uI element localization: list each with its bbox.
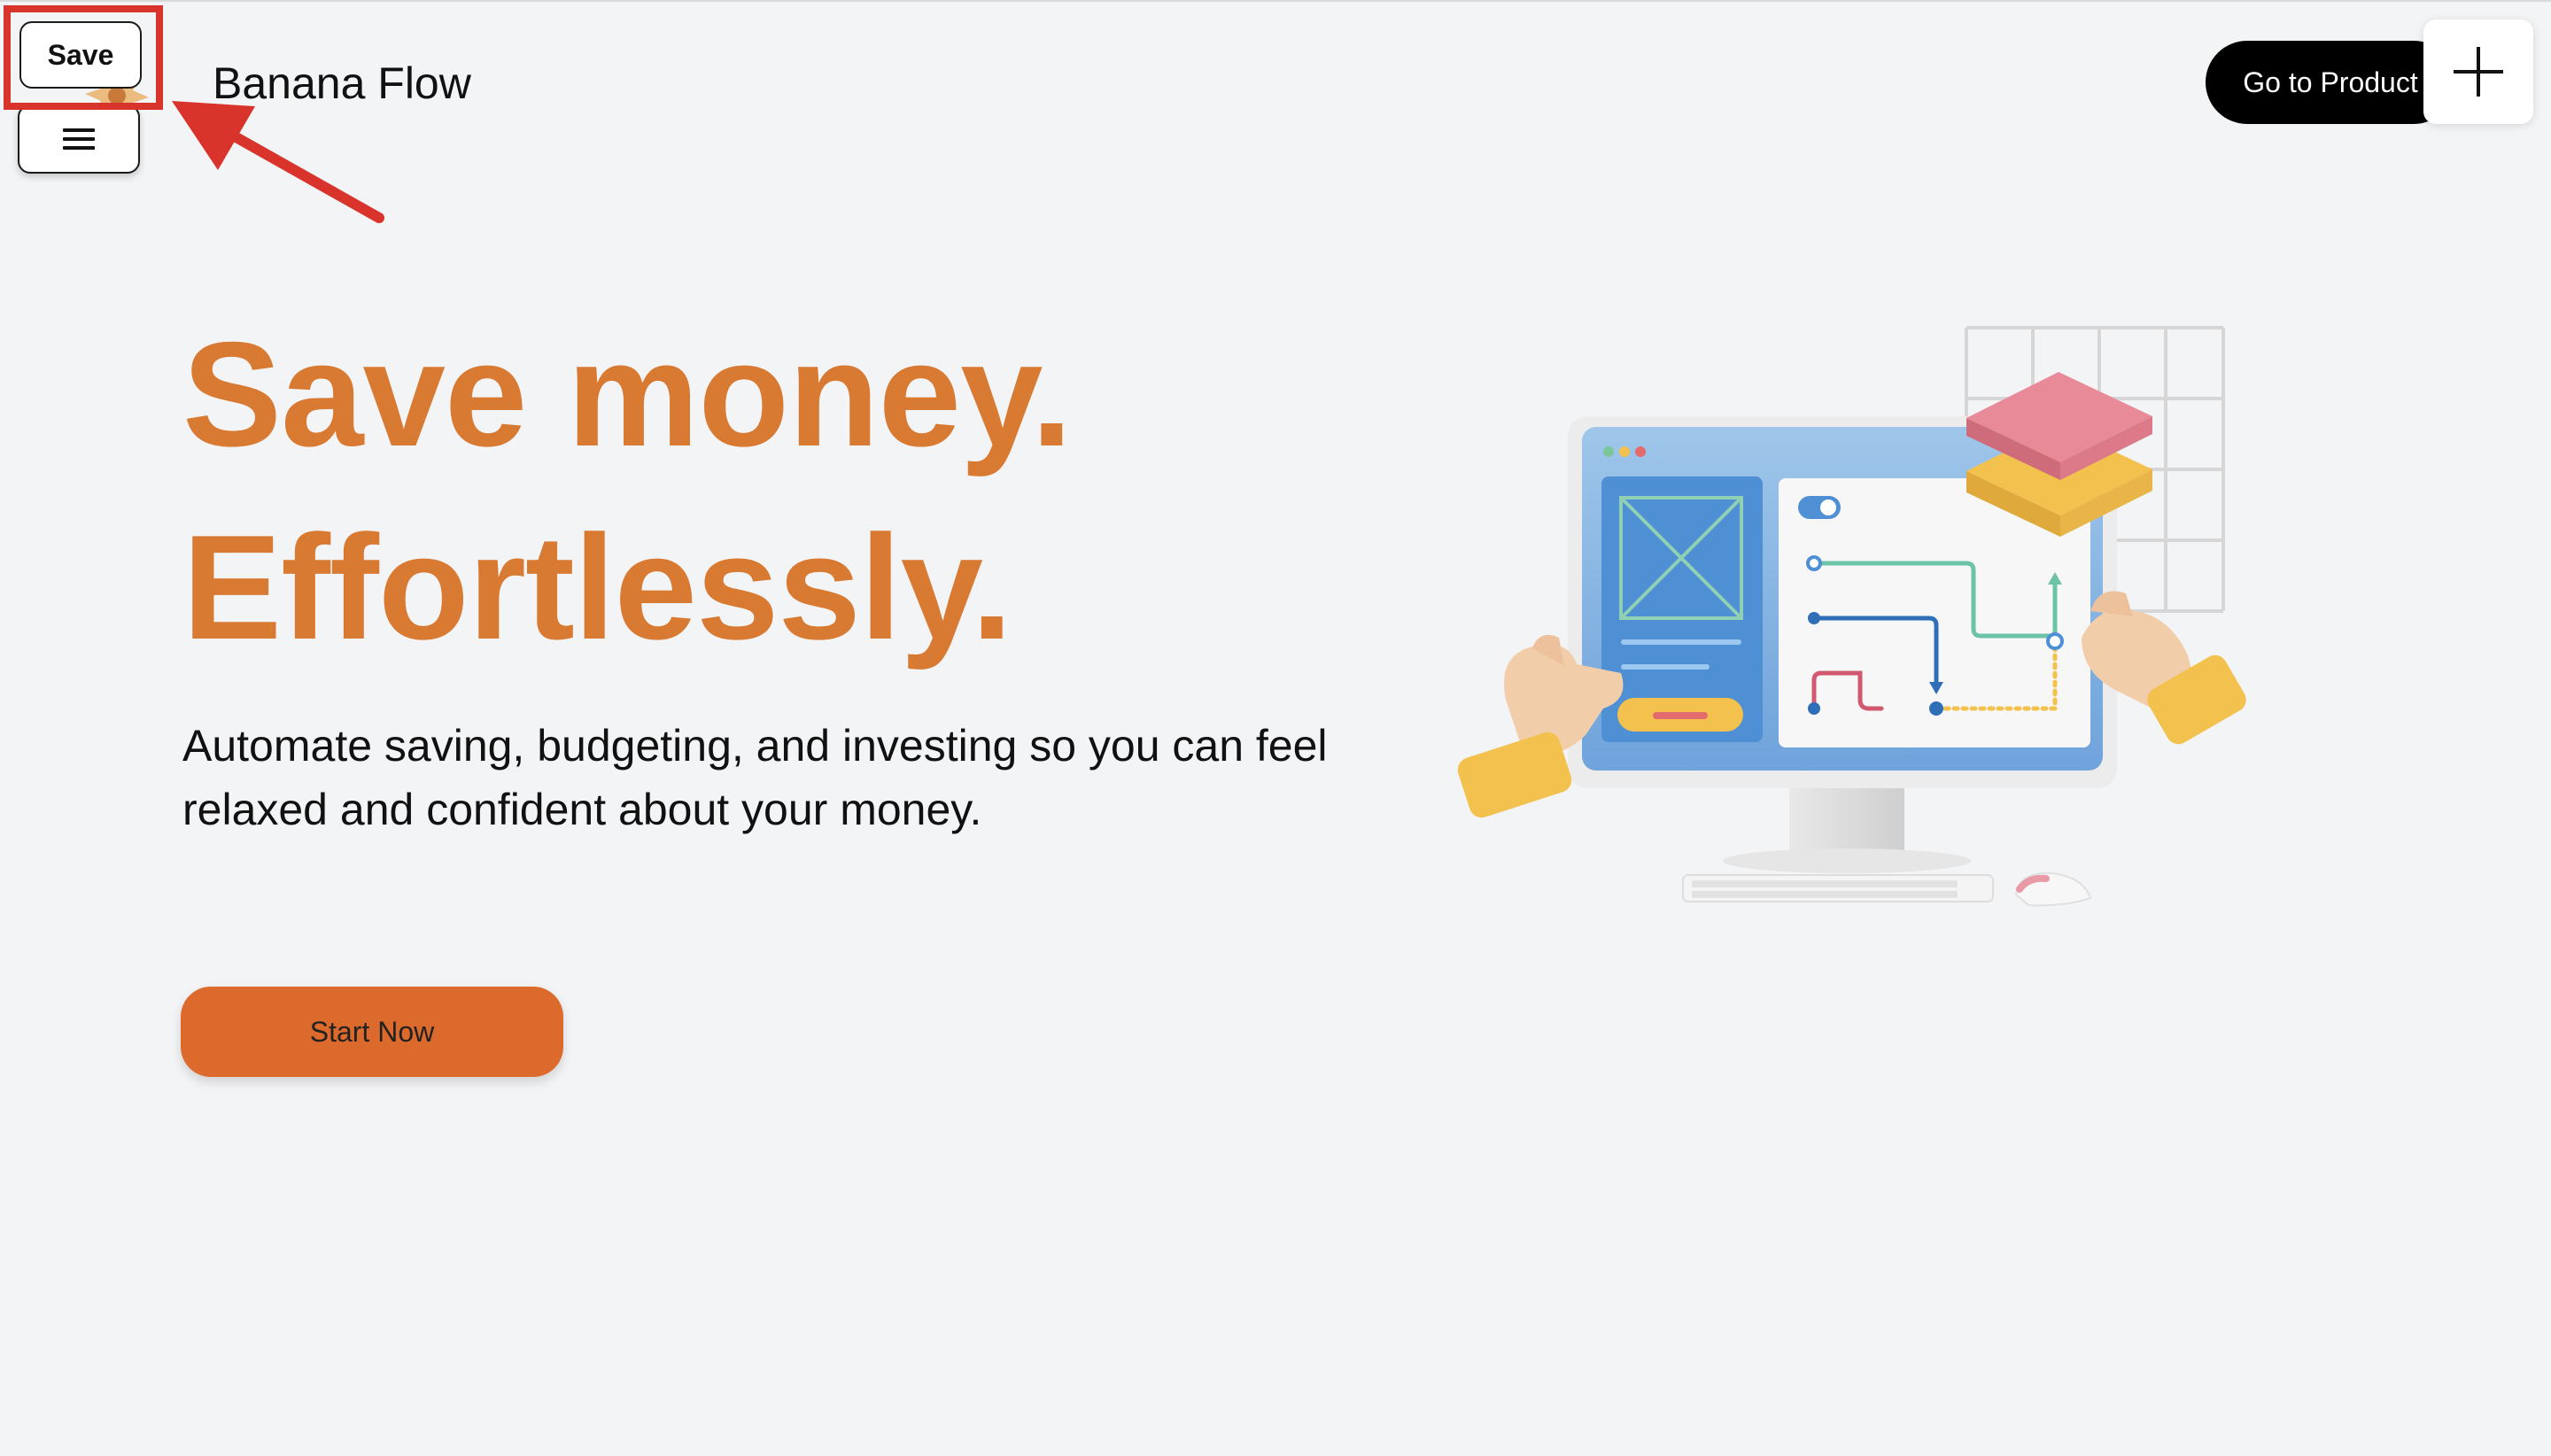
save-button[interactable]: Save [19,21,142,89]
hero-subtext: Automate saving, budgeting, and investin… [182,721,1328,834]
annotation-arrow-icon [172,101,384,223]
start-now-button[interactable]: Start Now [181,987,563,1077]
computer-workflow-illustration-icon [1457,326,2246,907]
top-border [0,0,2551,2]
go-to-product-button[interactable]: Go to Product [2206,41,2455,124]
hero-headline: Save money. Effortlessly. [182,298,1423,684]
headline-line-2: Effortlessly. [182,504,1012,670]
plus-icon [2454,47,2503,97]
hamburger-menu-icon [63,128,95,150]
brand-name[interactable]: Banana Flow [213,57,471,110]
headline-line-1: Save money. [182,311,1073,477]
menu-button[interactable] [18,105,140,174]
add-button[interactable] [2423,19,2533,124]
